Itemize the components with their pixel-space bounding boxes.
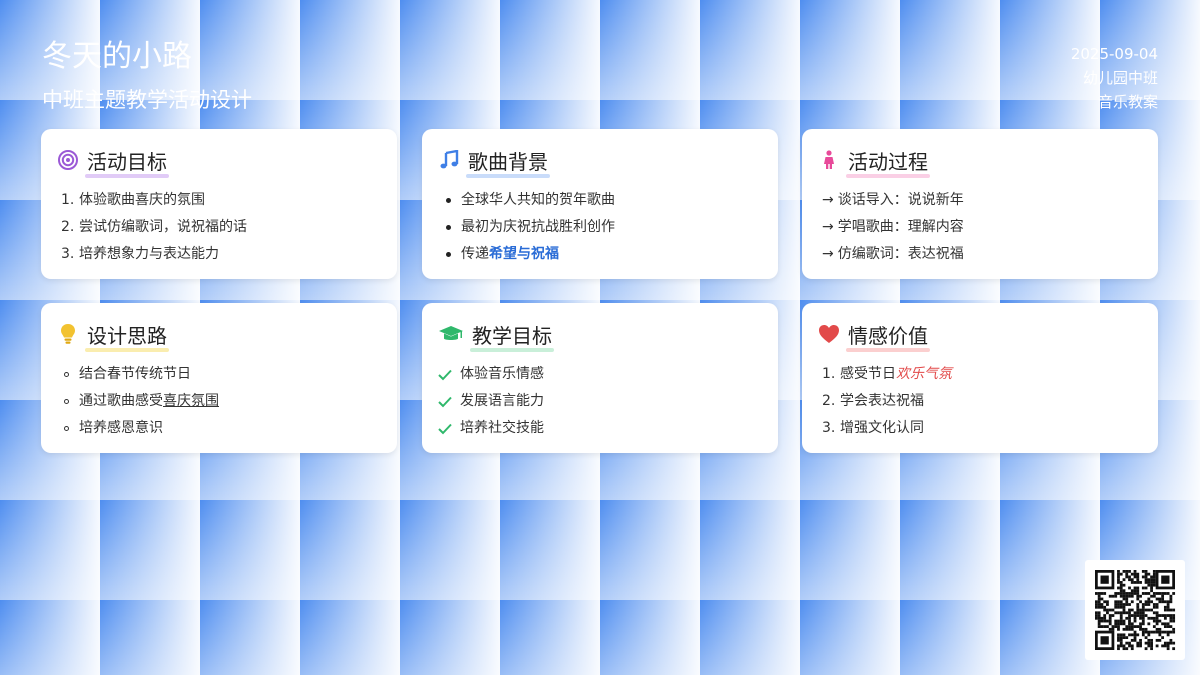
highlight-text: 喜庆氛围 [163, 393, 219, 409]
header: 冬天的小路 中班主题教学活动设计 [42, 38, 252, 114]
card-emotional-value: 情感价值 1. 感受节日 欢乐气氛 2. 学会表达祝福 3. 增强文化认同 [802, 303, 1158, 453]
qr-code-icon [1085, 560, 1185, 660]
header-meta: 2025-09-04 幼儿园中班 音乐教案 [1071, 42, 1158, 114]
card-activity-goals: 活动目标 1. 体验歌曲喜庆的氛围 2. 尝试仿编歌词，说祝福的话 3. 培养想象力与… [41, 129, 397, 279]
list-item: 3. 培养想象力与表达能力 [61, 246, 219, 262]
date-label: 2025-09-04 [1070, 45, 1158, 63]
card-title: 教学目标 [470, 320, 554, 352]
card-title: 设计思路 [85, 320, 169, 352]
card-teaching-goals: 教学目标 体验音乐情感 发展语言能力 培养社交技能 [422, 303, 778, 453]
card-activity-process: 活动过程 → 谈话导入：说说新年 → 学唱歌曲：理解内容 → 仿编歌词：表达祝福 [802, 129, 1158, 279]
list-item: 1. 体验歌曲喜庆的氛围 [61, 192, 205, 208]
card-song-background: 歌曲背景 全球华人共知的贺年歌曲 最初为庆祝抗战胜利创作 传递 希望与祝福 [422, 129, 778, 279]
list-item: 1. 感受节日 欢乐气氛 [818, 361, 1140, 388]
list-item: 培养社交技能 [438, 415, 760, 442]
card-title: 活动目标 [85, 146, 169, 178]
list-item: 最初为庆祝抗战胜利创作 [438, 214, 760, 241]
list-item: → 学唱歌曲：理解内容 [822, 219, 964, 235]
page-subtitle: 中班主题教学活动设计 [42, 88, 252, 112]
list-item: 2. 学会表达祝福 [822, 393, 924, 409]
list-item: 3. 增强文化认同 [822, 420, 924, 436]
class-label: 幼儿园中班 [1082, 69, 1158, 87]
music-note-icon [438, 149, 460, 171]
list-item: 2. 尝试仿编歌词，说祝福的话 [61, 219, 247, 235]
check-icon [438, 423, 452, 435]
list-item: 结合春节传统节日 [57, 361, 379, 388]
highlight-text: 欢乐气氛 [896, 366, 952, 382]
list-item: 通过歌曲感受 喜庆氛围 [57, 388, 379, 415]
graduation-cap-icon [438, 323, 464, 345]
card-title: 情感价值 [846, 320, 930, 352]
list-item: 发展语言能力 [438, 388, 760, 415]
list-item: → 仿编歌词：表达祝福 [822, 246, 964, 262]
lightbulb-icon [57, 323, 79, 345]
child-icon [818, 149, 840, 171]
list-item: 培养感恩意识 [57, 415, 379, 442]
card-design-ideas: 设计思路 结合春节传统节日 通过歌曲感受 喜庆氛围 培养感恩意识 [41, 303, 397, 453]
card-title: 歌曲背景 [466, 146, 550, 178]
plan-type-label: 音乐教案 [1097, 93, 1158, 111]
list-item: 体验音乐情感 [438, 361, 760, 388]
page-title: 冬天的小路 [42, 39, 192, 74]
highlight-text: 希望与祝福 [489, 246, 559, 262]
target-icon [57, 149, 79, 171]
list-item: 传递 希望与祝福 [438, 241, 760, 268]
heart-icon [818, 323, 840, 345]
check-icon [438, 369, 452, 381]
list-item: → 谈话导入：说说新年 [822, 192, 964, 208]
check-icon [438, 396, 452, 408]
list-item: 全球华人共知的贺年歌曲 [438, 187, 760, 214]
card-title: 活动过程 [846, 146, 930, 178]
